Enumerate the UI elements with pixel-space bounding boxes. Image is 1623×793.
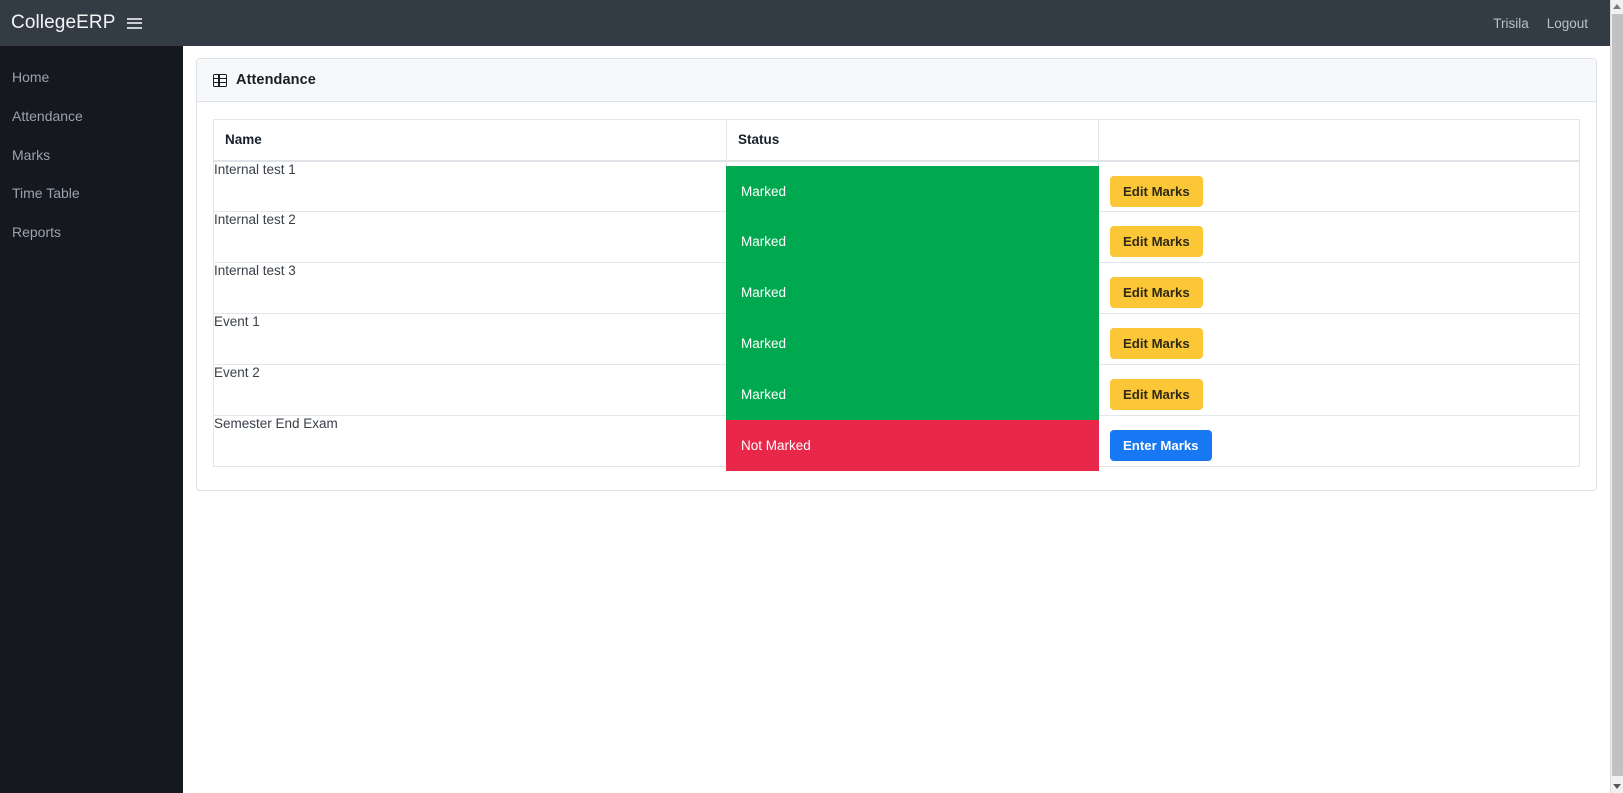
main-content: Attendance Name Status Internal test 1 M… xyxy=(183,46,1610,793)
table-row: Semester End Exam Not Marked Enter Marks xyxy=(213,415,1580,471)
scroll-down-button[interactable] xyxy=(1611,780,1623,793)
navbar-username[interactable]: Trisila xyxy=(1493,16,1529,31)
table-row: Event 2 Marked Edit Marks xyxy=(213,364,1580,420)
status-badge: Marked xyxy=(726,267,1099,318)
row-status-cell: Marked xyxy=(726,313,1099,369)
row-name: Internal test 1 xyxy=(213,160,727,212)
table-row: Internal test 3 Marked Edit Marks xyxy=(213,262,1580,318)
table-head: Name Status xyxy=(213,119,1580,162)
table-body: Internal test 1 Marked Edit Marks Intern… xyxy=(213,160,1580,471)
hamburger-bar xyxy=(126,22,142,24)
attendance-table: Name Status Internal test 1 Marked Edit … xyxy=(213,119,1580,471)
triangle-up-icon xyxy=(1613,4,1621,9)
row-status-cell: Marked xyxy=(726,211,1099,267)
row-action-cell: Enter Marks xyxy=(1098,415,1580,467)
status-badge: Marked xyxy=(726,165,1099,217)
table-row: Internal test 2 Marked Edit Marks xyxy=(213,211,1580,267)
hamburger-bar xyxy=(126,17,142,20)
row-name: Internal test 3 xyxy=(213,262,727,314)
enter-marks-button[interactable]: Enter Marks xyxy=(1110,430,1212,461)
triangle-down-icon xyxy=(1613,784,1621,789)
card-body: Name Status Internal test 1 Marked Edit … xyxy=(197,102,1596,490)
row-status-cell: Marked xyxy=(726,160,1099,217)
row-action-cell: Edit Marks xyxy=(1098,313,1580,365)
row-action-cell: Edit Marks xyxy=(1098,262,1580,314)
logout-link[interactable]: Logout xyxy=(1547,16,1588,31)
table-icon xyxy=(213,73,227,87)
sidebar: Home Attendance Marks Time Table Reports xyxy=(0,46,183,793)
edit-marks-button[interactable]: Edit Marks xyxy=(1110,328,1203,359)
top-navbar: CollegeERP Trisila Logout xyxy=(0,0,1610,46)
row-status-cell: Not Marked xyxy=(726,415,1099,471)
edit-marks-button[interactable]: Edit Marks xyxy=(1110,277,1203,308)
row-status-cell: Marked xyxy=(726,364,1099,420)
row-name: Internal test 2 xyxy=(213,211,727,263)
attendance-card: Attendance Name Status Internal test 1 M… xyxy=(196,58,1597,491)
row-status-cell: Marked xyxy=(726,262,1099,318)
table-header-row: Name Status xyxy=(213,119,1580,162)
navbar-right-group: Trisila Logout xyxy=(1493,16,1588,31)
application-window: CollegeERP Trisila Logout Home Attendanc… xyxy=(0,0,1623,793)
row-name: Semester End Exam xyxy=(213,415,727,467)
row-action-cell: Edit Marks xyxy=(1098,364,1580,416)
page-title: Attendance xyxy=(236,72,316,88)
sidebar-item-time-table[interactable]: Time Table xyxy=(0,174,183,213)
page-scrollbar[interactable] xyxy=(1610,0,1623,793)
column-header-status: Status xyxy=(726,119,1099,162)
column-header-name: Name xyxy=(213,119,727,162)
status-badge: Not Marked xyxy=(726,420,1099,471)
column-header-action xyxy=(1098,119,1580,162)
edit-marks-button[interactable]: Edit Marks xyxy=(1110,379,1203,410)
status-badge: Marked xyxy=(726,318,1099,369)
row-action-cell: Edit Marks xyxy=(1098,160,1580,212)
row-name: Event 1 xyxy=(213,313,727,365)
sidebar-item-attendance[interactable]: Attendance xyxy=(0,97,183,136)
card-header: Attendance xyxy=(197,59,1596,102)
status-badge: Marked xyxy=(726,369,1099,420)
table-row: Internal test 1 Marked Edit Marks xyxy=(213,160,1580,217)
row-name: Event 2 xyxy=(213,364,727,416)
sidebar-item-marks[interactable]: Marks xyxy=(0,136,183,175)
row-action-cell: Edit Marks xyxy=(1098,211,1580,263)
app-brand-title: CollegeERP xyxy=(11,12,116,33)
sidebar-item-reports[interactable]: Reports xyxy=(0,213,183,252)
edit-marks-button[interactable]: Edit Marks xyxy=(1110,175,1203,207)
hamburger-bar xyxy=(126,26,142,29)
brand-area: CollegeERP xyxy=(11,12,142,34)
status-badge: Marked xyxy=(726,216,1099,267)
scroll-up-button[interactable] xyxy=(1611,0,1623,13)
edit-marks-button[interactable]: Edit Marks xyxy=(1110,226,1203,257)
scrollbar-thumb[interactable] xyxy=(1612,14,1623,776)
sidebar-item-home[interactable]: Home xyxy=(0,58,183,97)
hamburger-icon[interactable] xyxy=(126,17,142,29)
table-row: Event 1 Marked Edit Marks xyxy=(213,313,1580,369)
